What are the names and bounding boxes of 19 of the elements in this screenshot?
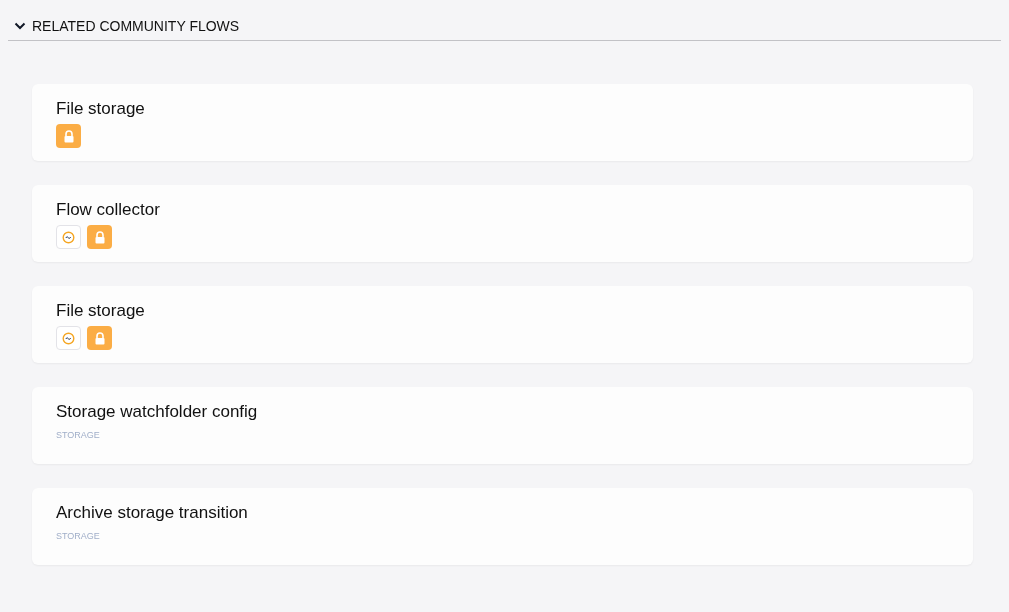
lock-icon [62, 129, 75, 143]
flow-card[interactable]: Flow collector [32, 185, 973, 262]
category-tag: STORAGE [56, 429, 949, 443]
lock-icon [93, 230, 106, 244]
flow-title: Archive storage transition [56, 502, 249, 524]
wave-circle-icon [62, 230, 75, 244]
chevron-icon[interactable] [14, 22, 26, 30]
flow-card[interactable]: Archive storage transition STORAGE [32, 488, 973, 565]
flow-card[interactable]: Storage watchfolder config STORAGE [32, 387, 973, 464]
flow-title: File storage [56, 300, 146, 322]
flow-card[interactable]: File storage [32, 84, 973, 161]
flow-title: File storage [56, 98, 146, 120]
flow-title: Storage watchfolder config [56, 401, 259, 423]
wave-circle-icon [62, 331, 75, 345]
category-tag: STORAGE [56, 530, 949, 544]
flow-title: Flow collector [56, 199, 161, 221]
flow-card[interactable]: File storage [32, 286, 973, 363]
section-title[interactable]: RELATED COMMUNITY FLOWS [32, 16, 240, 36]
lock-icon [93, 331, 106, 345]
